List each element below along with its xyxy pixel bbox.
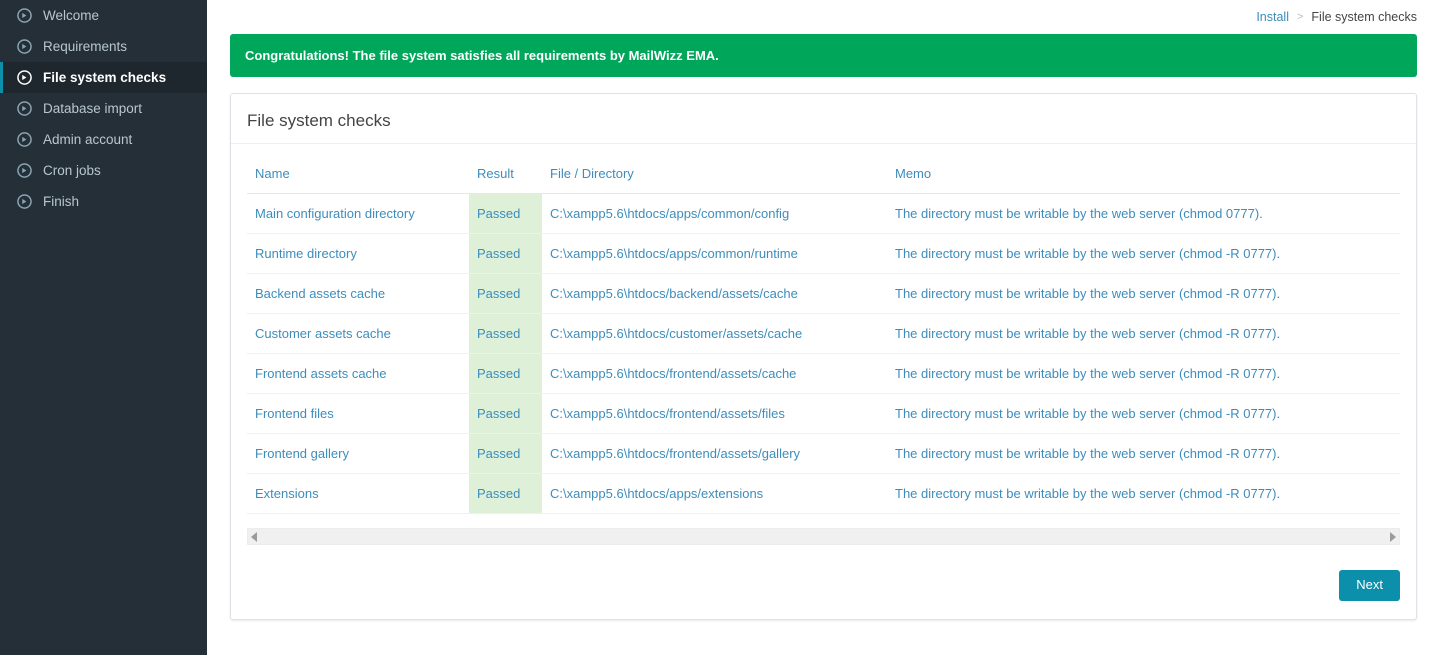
table-row: Backend assets cache Passed C:\xampp5.6\ht…	[247, 273, 1400, 314]
check-result-cell: Passed	[469, 393, 542, 434]
check-result-cell: Passed	[469, 233, 542, 274]
next-button[interactable]: Next	[1339, 570, 1400, 601]
arrow-circle-right-icon	[17, 132, 32, 147]
check-name-cell: Frontend files	[247, 393, 469, 434]
breadcrumb-install-link[interactable]: Install	[1256, 10, 1289, 24]
check-memo-cell: The directory must be writable by the we…	[887, 193, 1400, 234]
file-system-checks-panel: File system checks Name Result File / Dire…	[230, 93, 1417, 620]
check-memo-cell: The directory must be writable by the we…	[887, 433, 1400, 474]
sidebar-item-label: Finish	[43, 193, 80, 209]
table-body: Main configuration directory Passed C:\xam…	[247, 193, 1400, 514]
check-path-cell: C:\xampp5.6\htdocs/frontend/assets/files	[542, 393, 887, 434]
main-content-area: Install > File system checks Congratulat…	[207, 0, 1440, 655]
sidebar-item-label: Admin account	[43, 131, 133, 147]
check-path-cell: C:\xampp5.6\htdocs/backend/assets/cache	[542, 273, 887, 314]
table-row: Frontend files Passed C:\xampp5.6\htdocs/f…	[247, 393, 1400, 434]
check-result-cell: Passed	[469, 353, 542, 394]
arrow-circle-right-icon	[17, 101, 32, 116]
check-name-cell: Backend assets cache	[247, 273, 469, 314]
sidebar-item-database-import[interactable]: Database import	[0, 93, 207, 124]
check-path-cell: C:\xampp5.6\htdocs/frontend/assets/galle…	[542, 433, 887, 474]
arrow-circle-right-icon	[17, 39, 32, 54]
check-memo-cell: The directory must be writable by the we…	[887, 273, 1400, 314]
success-alert: Congratulations! The file system satisfi…	[230, 34, 1417, 77]
check-name-cell: Customer assets cache	[247, 313, 469, 354]
sidebar-item-finish[interactable]: Finish	[0, 186, 207, 217]
sidebar-item-label: Requirements	[43, 38, 128, 54]
panel-heading: File system checks	[231, 94, 1416, 144]
table-row: Runtime directory Passed C:\xampp5.6\htdoc…	[247, 233, 1400, 274]
triangle-right-icon[interactable]	[1390, 531, 1396, 542]
check-name-cell: Extensions	[247, 473, 469, 514]
column-header-name: Name	[247, 156, 469, 194]
table-row: Customer assets cache Passed C:\xampp5.6\h…	[247, 313, 1400, 354]
content-container: Congratulations! The file system satisfi…	[207, 34, 1440, 620]
breadcrumb: Install > File system checks	[207, 0, 1440, 34]
table-head: Name Result File / Directory Memo	[247, 156, 1400, 194]
success-alert-message: Congratulations! The file system satisfi…	[245, 48, 719, 63]
sidebar-item-file-system-checks[interactable]: File system checks	[0, 62, 207, 93]
sidebar-item-admin-account[interactable]: Admin account	[0, 124, 207, 155]
check-memo-cell: The directory must be writable by the we…	[887, 393, 1400, 434]
checks-table-wrapper: Name Result File / Directory Memo Main conf…	[247, 156, 1400, 514]
sidebar-item-welcome[interactable]: Welcome	[0, 0, 207, 31]
check-result-cell: Passed	[469, 433, 542, 474]
triangle-left-icon[interactable]	[251, 531, 257, 542]
check-name-cell: Main configuration directory	[247, 193, 469, 234]
table-row: Frontend assets cache Passed C:\xampp5.6\h…	[247, 353, 1400, 394]
sidebar-nav-list: Welcome Requirements File system checks Dat…	[0, 0, 207, 217]
sidebar-item-label: Database import	[43, 100, 143, 116]
horizontal-scrollbar[interactable]	[247, 528, 1400, 545]
check-memo-cell: The directory must be writable by the we…	[887, 313, 1400, 354]
column-header-result: Result	[469, 156, 542, 194]
installer-sidebar: Welcome Requirements File system checks Dat…	[0, 0, 207, 655]
table-row: Extensions Passed C:\xampp5.6\htdocs/apps/…	[247, 473, 1400, 514]
column-header-file-directory: File / Directory	[542, 156, 887, 194]
check-path-cell: C:\xampp5.6\htdocs/apps/common/runtime	[542, 233, 887, 274]
arrow-circle-right-icon	[17, 163, 32, 178]
table-row: Frontend gallery Passed C:\xampp5.6\htdocs…	[247, 433, 1400, 474]
check-memo-cell: The directory must be writable by the we…	[887, 233, 1400, 274]
check-path-cell: C:\xampp5.6\htdocs/frontend/assets/cache	[542, 353, 887, 394]
check-name-cell: Frontend gallery	[247, 433, 469, 474]
sidebar-item-cron-jobs[interactable]: Cron jobs	[0, 155, 207, 186]
arrow-circle-right-icon	[17, 194, 32, 209]
panel-footer: Next	[231, 555, 1416, 619]
check-memo-cell: The directory must be writable by the we…	[887, 473, 1400, 514]
sidebar-item-requirements[interactable]: Requirements	[0, 31, 207, 62]
check-result-cell: Passed	[469, 273, 542, 314]
check-result-cell: Passed	[469, 473, 542, 514]
file-system-checks-table: Name Result File / Directory Memo Main conf…	[247, 156, 1400, 514]
breadcrumb-separator-icon: >	[1296, 11, 1304, 23]
arrow-circle-right-icon	[17, 8, 32, 23]
arrow-circle-right-icon	[17, 70, 32, 85]
check-memo-cell: The directory must be writable by the we…	[887, 353, 1400, 394]
column-header-memo: Memo	[887, 156, 1400, 194]
check-name-cell: Runtime directory	[247, 233, 469, 274]
breadcrumb-current-page: File system checks	[1311, 10, 1417, 24]
check-result-cell: Passed	[469, 313, 542, 354]
check-path-cell: C:\xampp5.6\htdocs/apps/extensions	[542, 473, 887, 514]
check-path-cell: C:\xampp5.6\htdocs/customer/assets/cache	[542, 313, 887, 354]
table-header-row: Name Result File / Directory Memo	[247, 156, 1400, 194]
sidebar-item-label: Welcome	[43, 7, 100, 23]
sidebar-item-label: File system checks	[43, 69, 167, 85]
sidebar-item-label: Cron jobs	[43, 162, 101, 178]
check-name-cell: Frontend assets cache	[247, 353, 469, 394]
table-row: Main configuration directory Passed C:\xam…	[247, 193, 1400, 234]
check-path-cell: C:\xampp5.6\htdocs/apps/common/config	[542, 193, 887, 234]
page-title: File system checks	[247, 111, 391, 130]
check-result-cell: Passed	[469, 193, 542, 234]
panel-body: Name Result File / Directory Memo Main conf…	[231, 144, 1416, 555]
